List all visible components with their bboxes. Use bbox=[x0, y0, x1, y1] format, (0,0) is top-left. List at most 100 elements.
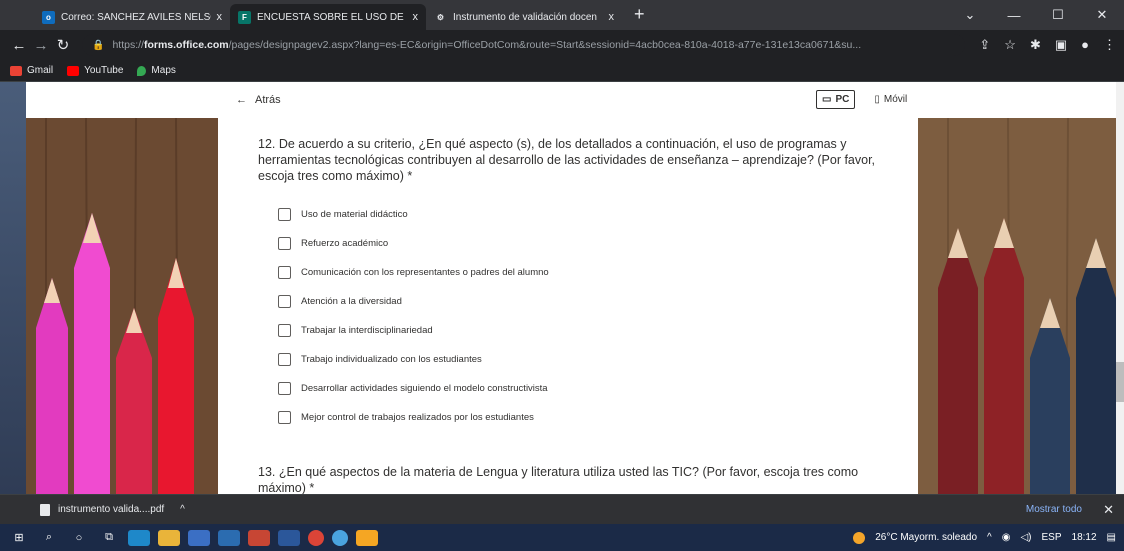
background-image-left bbox=[26, 117, 218, 494]
option-label: Refuerzo académico bbox=[301, 238, 389, 249]
forward-arrow-icon[interactable]: → bbox=[30, 37, 52, 54]
view-toggle: ▭ PC ▯ Móvil bbox=[816, 90, 912, 109]
bookmark-label: YouTube bbox=[84, 65, 124, 76]
profile-icon[interactable]: ● bbox=[1081, 37, 1089, 53]
checkbox[interactable] bbox=[278, 237, 291, 250]
windows-start-icon[interactable]: ⊞ bbox=[8, 530, 30, 546]
windows-taskbar: ⊞ ⌕ ○ ⧉ 26°C Mayorm. soleado ^ ◉ ◁) ESP … bbox=[0, 524, 1124, 551]
chevron-up-icon[interactable]: ^ bbox=[180, 504, 185, 515]
tab-instrumento[interactable]: ⚙ Instrumento de validación docen x bbox=[426, 4, 622, 30]
option-trabajo-individualizado[interactable]: Trabajo individualizado con los estudian… bbox=[278, 345, 549, 374]
close-download-bar-icon[interactable]: ✕ bbox=[1103, 502, 1114, 518]
download-bar: instrumento valida....pdf ^ Mostrar todo… bbox=[0, 494, 1124, 524]
tab-correo[interactable]: o Correo: SANCHEZ AVILES NELSO x bbox=[34, 4, 230, 30]
mail-icon[interactable] bbox=[218, 529, 240, 546]
maximize-icon[interactable]: ☐ bbox=[1036, 7, 1080, 23]
app-icon[interactable] bbox=[248, 529, 270, 546]
edge-icon[interactable] bbox=[128, 529, 150, 546]
download-item[interactable]: instrumento valida....pdf ^ bbox=[40, 503, 185, 516]
cortana-icon[interactable]: ○ bbox=[68, 530, 90, 546]
bookmark-youtube[interactable]: YouTube bbox=[67, 65, 123, 76]
option-interdisciplinariedad[interactable]: Trabajar la interdisciplinariedad bbox=[278, 316, 549, 345]
share-icon[interactable]: ⇪ bbox=[979, 37, 990, 53]
maps-icon bbox=[137, 65, 147, 76]
close-tab-icon[interactable]: x bbox=[609, 11, 615, 23]
network-icon[interactable]: ◉ bbox=[1002, 532, 1011, 543]
weather-text[interactable]: 26°C Mayorm. soleado bbox=[875, 532, 977, 543]
option-label: Uso de material didáctico bbox=[301, 209, 408, 220]
show-all-button[interactable]: Mostrar todo bbox=[1026, 504, 1082, 515]
option-label: Trabajo individualizado con los estudian… bbox=[301, 354, 482, 365]
option-atencion[interactable]: Atención a la diversidad bbox=[278, 287, 549, 316]
pencils-illustration-left bbox=[26, 117, 218, 494]
view-mobile-button[interactable]: ▯ Móvil bbox=[869, 91, 912, 108]
checkbox[interactable] bbox=[278, 295, 291, 308]
outlook-icon: o bbox=[42, 10, 55, 24]
option-constructivista[interactable]: Desarrollar actividades siguiendo el mod… bbox=[278, 374, 549, 403]
phone-icon: ▯ bbox=[874, 94, 880, 105]
checkbox[interactable] bbox=[278, 382, 291, 395]
pencils-illustration-right bbox=[918, 117, 1124, 494]
option-label: Trabajar la interdisciplinariedad bbox=[301, 325, 433, 336]
bookmarks-bar: Gmail YouTube Maps bbox=[0, 60, 1124, 82]
chrome-icon[interactable] bbox=[308, 529, 324, 546]
question-12-title: 12. De acuerdo a su criterio, ¿En qué as… bbox=[258, 137, 876, 183]
volume-icon[interactable]: ◁) bbox=[1020, 532, 1031, 543]
option-comunicacion[interactable]: Comunicación con los representantes o pa… bbox=[278, 258, 549, 287]
checkbox[interactable] bbox=[278, 353, 291, 366]
tab-encuesta[interactable]: F ENCUESTA SOBRE EL USO DE HER x bbox=[230, 4, 426, 30]
window-controls: ⌄ — ☐ ✕ bbox=[948, 0, 1124, 30]
tab-search-icon[interactable]: ⌄ bbox=[948, 7, 992, 23]
view-pc-button[interactable]: ▭ PC bbox=[816, 90, 856, 109]
notifications-icon[interactable]: ▤ bbox=[1107, 532, 1116, 543]
word-icon[interactable] bbox=[278, 529, 300, 546]
option-label: Mejor control de trabajos realizados por… bbox=[301, 412, 534, 423]
search-icon[interactable]: ⌕ bbox=[38, 530, 60, 546]
globe-icon: ⚙ bbox=[436, 12, 445, 22]
option-label: Atención a la diversidad bbox=[301, 296, 402, 307]
language-indicator[interactable]: ESP bbox=[1042, 532, 1062, 543]
clock[interactable]: 18:12 bbox=[1072, 532, 1097, 543]
option-uso-material[interactable]: Uso de material didáctico bbox=[278, 200, 549, 229]
system-tray: 26°C Mayorm. soleado ^ ◉ ◁) ESP 18:12 ▤ bbox=[853, 524, 1116, 551]
task-view-icon[interactable]: ⧉ bbox=[98, 530, 120, 546]
back-arrow-icon: ← bbox=[236, 94, 247, 106]
scrollbar-thumb[interactable] bbox=[1116, 362, 1124, 402]
back-label: Atrás bbox=[255, 94, 281, 106]
checkbox[interactable] bbox=[278, 411, 291, 424]
star-icon[interactable]: ☆ bbox=[1004, 37, 1016, 53]
store-icon[interactable] bbox=[188, 529, 210, 546]
minimize-icon[interactable]: — bbox=[992, 8, 1036, 23]
close-tab-icon[interactable]: x bbox=[217, 11, 223, 23]
reload-icon[interactable]: ↻ bbox=[52, 36, 74, 54]
sidebar-icon[interactable]: ▣ bbox=[1055, 37, 1067, 53]
app-icon[interactable] bbox=[356, 529, 378, 546]
option-mejor-control[interactable]: Mejor control de trabajos realizados por… bbox=[278, 403, 549, 432]
url-domain: forms.office.com bbox=[143, 39, 229, 51]
tab-title: Instrumento de validación docen bbox=[453, 11, 597, 23]
view-mobile-label: Móvil bbox=[883, 94, 908, 105]
bookmark-gmail[interactable]: Gmail bbox=[10, 65, 53, 76]
scrollbar-track[interactable] bbox=[1116, 82, 1124, 494]
bookmark-maps[interactable]: Maps bbox=[137, 65, 176, 76]
close-tab-icon[interactable]: x bbox=[413, 11, 419, 23]
checkbox[interactable] bbox=[278, 324, 291, 337]
address-bar[interactable]: 🔒 https://forms.office.com/pages/designp… bbox=[82, 34, 966, 56]
desktop-background bbox=[0, 82, 26, 494]
bookmark-label: Maps bbox=[151, 65, 176, 76]
option-refuerzo[interactable]: Refuerzo académico bbox=[278, 229, 549, 258]
close-window-icon[interactable]: ✕ bbox=[1080, 7, 1124, 23]
form-header-bar: ← Atrás ▭ PC ▯ Móvil bbox=[26, 82, 1124, 118]
file-explorer-icon[interactable] bbox=[158, 529, 180, 546]
checkbox[interactable] bbox=[278, 208, 291, 221]
app-icon[interactable] bbox=[332, 529, 348, 546]
gmail-icon bbox=[10, 65, 22, 76]
extensions-icon[interactable]: ✱ bbox=[1030, 37, 1041, 53]
pdf-file-icon bbox=[40, 503, 50, 516]
menu-icon[interactable]: ⋮ bbox=[1103, 37, 1116, 53]
chevron-up-icon[interactable]: ^ bbox=[987, 532, 992, 543]
back-arrow-icon[interactable]: ← bbox=[8, 37, 30, 54]
new-tab-button[interactable]: + bbox=[634, 4, 645, 25]
checkbox[interactable] bbox=[278, 266, 291, 279]
back-button[interactable]: ← Atrás bbox=[236, 94, 281, 106]
